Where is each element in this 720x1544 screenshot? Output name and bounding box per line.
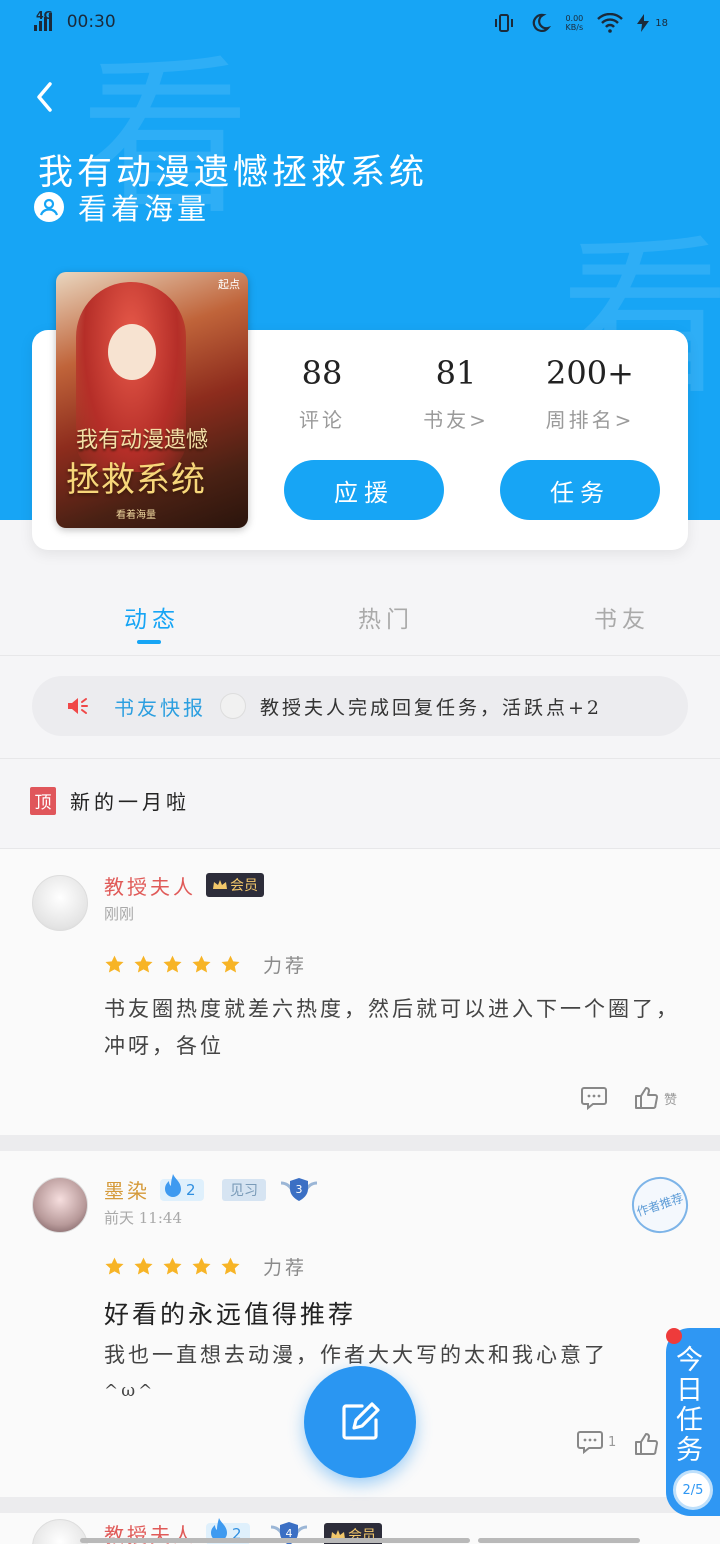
cover-title-line2: 拯救系统: [66, 460, 206, 500]
cover-title-line1: 我有动漫遗憾: [76, 428, 209, 453]
daily-task-label: 今日任务: [676, 1345, 703, 1466]
wifi-icon: [597, 13, 624, 33]
news-avatar: [220, 693, 246, 719]
battery-level: 18: [655, 17, 668, 29]
like-button[interactable]: 赞: [634, 1085, 677, 1111]
tab-bar: 动态 热门 书友: [0, 576, 720, 656]
tab-hot[interactable]: 热门: [358, 600, 414, 634]
author-recommend-stamp: 作者推荐: [624, 1169, 696, 1241]
comment-icon: [577, 1431, 603, 1455]
notification-dot: [666, 1328, 682, 1344]
thumbs-up-icon: [635, 1087, 658, 1109]
section-separator: [0, 1497, 720, 1513]
comment-headline: 好看的永远值得推荐: [104, 1300, 357, 1329]
author-row[interactable]: 看着海量: [34, 186, 210, 228]
divider: [0, 758, 720, 759]
charging-icon: [637, 14, 650, 32]
net-speed: 0.00 KB/s: [565, 14, 584, 32]
cover-tag: 起点: [218, 278, 240, 291]
stat-weekly-rank[interactable]: 200+ 周排名>: [530, 354, 650, 433]
comment-body: 我也一直想去动漫，作者大大写的太和我心意了: [104, 1343, 608, 1367]
star-icon: [163, 955, 182, 973]
stat-readers[interactable]: 81 书友>: [396, 354, 516, 433]
commenter-name[interactable]: 教授夫人: [104, 871, 196, 900]
status-bar: 4G 00:30 0.00 KB/s 18: [0, 0, 720, 48]
star-icon: [134, 955, 153, 973]
cover-publisher: 看着海量: [116, 510, 156, 521]
write-comment-button[interactable]: [304, 1366, 416, 1478]
pinned-tag: 顶: [30, 786, 56, 815]
star-icon: [105, 1257, 124, 1275]
speaker-icon: [68, 698, 88, 714]
reply-count: 1: [608, 1434, 617, 1450]
star-icon: [221, 1257, 240, 1275]
rating-label: 力荐: [263, 955, 308, 977]
comment-card[interactable]: 教授夫人 会员 刚刚 力荐 书友圈热度就差六热度，然后就可以进入下一个圈了，冲呀…: [0, 849, 720, 1135]
avatar[interactable]: [32, 875, 88, 931]
daily-task-progress: 2/5: [673, 1470, 713, 1510]
active-tab-indicator: [137, 640, 161, 644]
flame-icon: [165, 1174, 181, 1197]
network-type: 4G: [36, 8, 53, 22]
user-icon: [34, 192, 64, 222]
moon-icon: [533, 13, 552, 32]
thumbs-up-icon: [635, 1433, 658, 1455]
crown-icon: [213, 880, 227, 889]
support-button[interactable]: 应援: [284, 460, 444, 520]
commenter-name[interactable]: 墨染: [104, 1175, 150, 1204]
news-text: 教授夫人完成回复任务，活跃点+2: [260, 696, 603, 719]
star-icon: [192, 955, 211, 973]
clock: 00:30: [66, 12, 116, 32]
reader-news-strip[interactable]: 书友快报 教授夫人完成回复任务，活跃点+2: [32, 676, 688, 736]
rating-label: 力荐: [263, 1257, 308, 1279]
star-icon: [134, 1257, 153, 1275]
level-badge: 2: [160, 1174, 204, 1201]
like-label: 赞: [664, 1092, 678, 1108]
vip-badge: 会员: [206, 873, 264, 897]
author-name: 看着海量: [78, 192, 211, 226]
tab-activity[interactable]: 动态: [124, 600, 180, 634]
home-indicator: [478, 1538, 640, 1543]
star-icon: [221, 955, 240, 973]
comment-time: 刚刚: [104, 905, 135, 923]
trainee-badge: 见习: [222, 1179, 266, 1201]
pinned-title: 新的一月啦: [70, 790, 190, 814]
rating-stars: 力荐: [104, 951, 307, 978]
back-arrow-icon[interactable]: [32, 80, 58, 114]
tab-readers[interactable]: 书友: [594, 600, 650, 634]
like-button[interactable]: [634, 1431, 660, 1457]
edit-icon: [342, 1402, 380, 1440]
news-label: 书友快报: [114, 695, 206, 720]
task-button[interactable]: 任务: [500, 460, 660, 520]
avatar[interactable]: [32, 1177, 88, 1233]
svg-text:3: 3: [296, 1183, 303, 1196]
section-separator: [0, 1135, 720, 1151]
rating-stars: 力荐: [104, 1253, 307, 1280]
comment-time: 前天 11:44: [104, 1209, 182, 1227]
star-icon: [163, 1257, 182, 1275]
book-cover[interactable]: 起点 我有动漫遗憾 拯救系统 看着海量: [56, 272, 248, 528]
star-icon: [192, 1257, 211, 1275]
pinned-post[interactable]: 顶 新的一月啦: [30, 786, 190, 815]
comment-body: 书友圈热度就差六热度，然后就可以进入下一个圈了，冲呀，各位: [104, 997, 680, 1058]
stat-comments[interactable]: 88 评论: [262, 354, 382, 433]
shield-badge: 3: [280, 1175, 318, 1205]
reply-button[interactable]: 1: [576, 1429, 616, 1455]
daily-task-float[interactable]: 今日任务 2/5: [666, 1328, 720, 1516]
shield-icon: 3: [280, 1178, 318, 1201]
star-icon: [105, 955, 124, 973]
comment-icon: [581, 1087, 607, 1111]
home-indicator: [80, 1538, 470, 1543]
vibrate-icon: [495, 14, 514, 32]
reply-button[interactable]: [580, 1085, 608, 1111]
